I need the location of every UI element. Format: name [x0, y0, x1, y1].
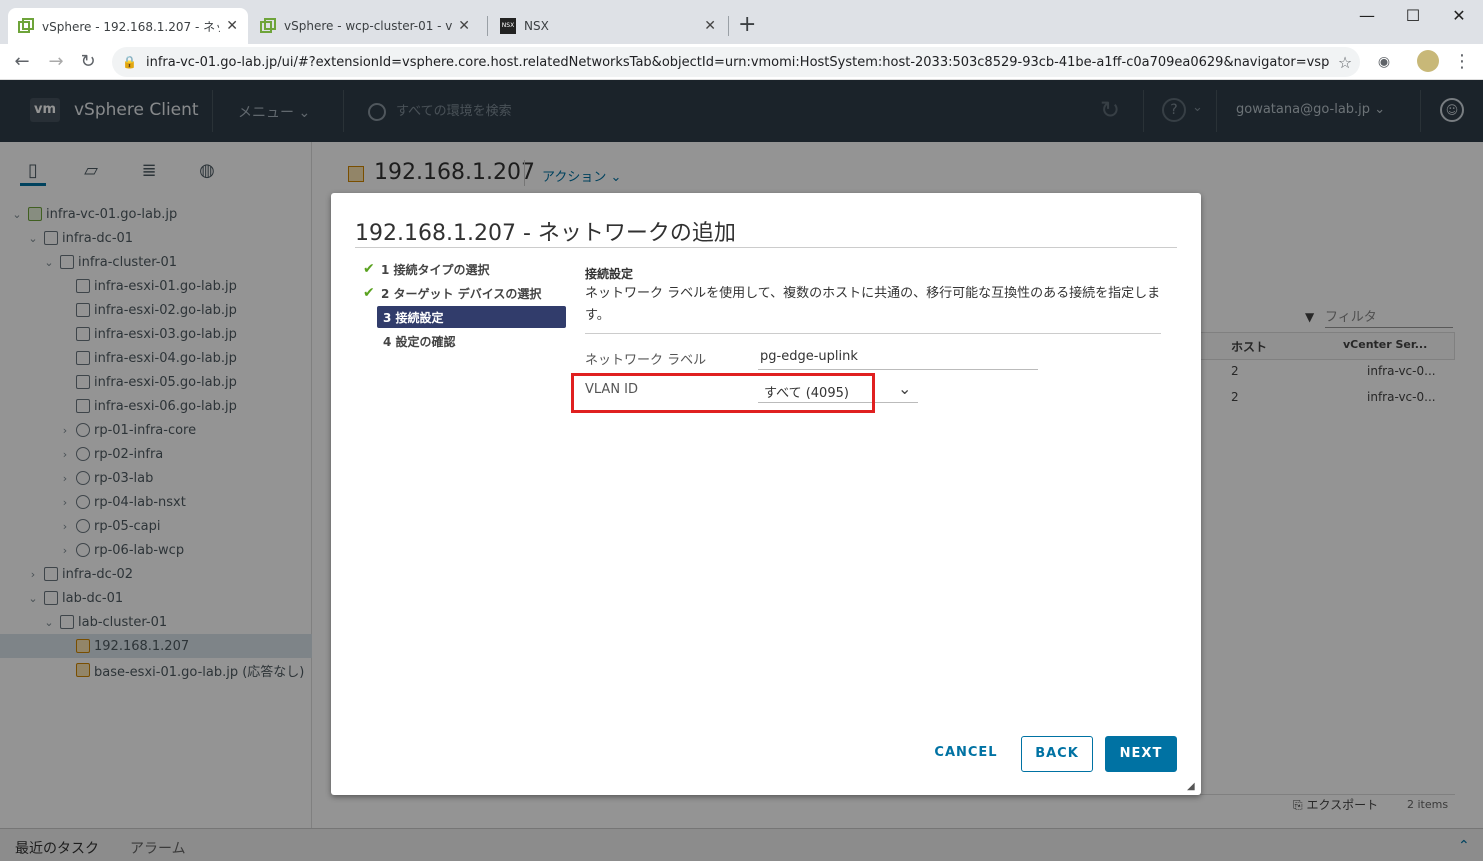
checkmark-icon: ✔ [363, 285, 375, 301]
next-button[interactable]: NEXT [1105, 736, 1177, 772]
step-label: 4 設定の確認 [383, 334, 456, 349]
tab-separator [728, 16, 729, 36]
cancel-button[interactable]: CANCEL [928, 736, 1004, 772]
tab-title: vSphere - wcp-cluster-01 - vSphe [284, 19, 453, 33]
address-bar[interactable]: 🔒 infra-vc-01.go-lab.jp/ui/#?extensionId… [112, 47, 1360, 77]
extension-icon[interactable]: ◉ [1370, 48, 1398, 76]
forward-arrow-icon[interactable]: → [42, 48, 70, 76]
browser-tab-vsphere-host[interactable]: vSphere - 192.168.1.207 - ネットワ ✕ [8, 8, 248, 44]
section-description: ネットワーク ラベルを使用して、複数のホストに共通の、移行可能な互換性のある接続… [585, 286, 1161, 323]
network-label-label: ネットワーク ラベル [585, 353, 707, 368]
close-tab-icon[interactable]: ✕ [226, 18, 238, 34]
back-arrow-icon[interactable]: ← [8, 48, 36, 76]
title-divider [355, 247, 1177, 248]
new-tab-button[interactable]: + [738, 12, 756, 37]
url-text: infra-vc-01.go-lab.jp/ui/#?extensionId=v… [146, 54, 1330, 70]
browser-toolbar: ← → ↻ 🔒 infra-vc-01.go-lab.jp/ui/#?exten… [0, 44, 1483, 80]
bookmark-star-icon[interactable]: ☆ [1330, 53, 1360, 72]
tab-separator [487, 16, 488, 36]
wizard-step-2[interactable]: ✔ 2 ターゲット デバイスの選択 [363, 282, 541, 304]
step-label: 1 接続タイプの選択 [381, 262, 490, 277]
vsphere-icon [18, 18, 34, 33]
browser-tab-wcp[interactable]: vSphere - wcp-cluster-01 - vSphe ✕ [250, 8, 480, 44]
vsphere-icon [260, 18, 276, 33]
maximize-icon[interactable]: ☐ [1390, 4, 1436, 28]
wizard-step-4[interactable]: 4 設定の確認 [383, 330, 456, 352]
browser-tab-bar: vSphere - 192.168.1.207 - ネットワ ✕ vSphere… [0, 0, 1483, 44]
profile-avatar[interactable] [1417, 50, 1439, 72]
close-tab-icon[interactable]: ✕ [704, 18, 716, 34]
input-underline [758, 369, 1038, 370]
reload-icon[interactable]: ↻ [74, 48, 102, 76]
step-label: 2 ターゲット デバイスの選択 [381, 286, 542, 301]
lock-icon: 🔒 [122, 55, 137, 69]
dialog-title: 192.168.1.207 - ネットワークの追加 [355, 221, 736, 246]
nsx-icon: NSX [500, 18, 516, 34]
add-network-dialog: 192.168.1.207 - ネットワークの追加 ✔ 1 接続タイプの選択 ✔… [331, 193, 1201, 795]
chevron-down-icon[interactable]: ⌄ [898, 379, 911, 398]
network-label-input[interactable]: pg-edge-uplink [760, 349, 858, 364]
tab-title: vSphere - 192.168.1.207 - ネットワ [42, 19, 220, 34]
wizard-step-3-active[interactable]: 3 接続設定 [377, 306, 566, 328]
wizard-step-1[interactable]: ✔ 1 接続タイプの選択 [363, 258, 490, 280]
step-label: 3 接続設定 [383, 310, 444, 325]
browser-tab-nsx[interactable]: NSX NSX ✕ [490, 8, 726, 44]
section-title: 接続設定 [585, 267, 634, 281]
checkmark-icon: ✔ [363, 261, 375, 277]
close-tab-icon[interactable]: ✕ [458, 18, 470, 34]
close-window-icon[interactable]: ✕ [1436, 4, 1482, 28]
section-divider [585, 333, 1161, 334]
resize-handle-icon[interactable]: ◢ [1187, 781, 1195, 792]
minimize-icon[interactable]: — [1344, 4, 1390, 28]
highlight-annotation-box [571, 373, 875, 413]
browser-menu-icon[interactable]: ⋮ [1448, 48, 1476, 76]
tab-title: NSX [524, 19, 549, 33]
back-button[interactable]: BACK [1021, 736, 1093, 772]
